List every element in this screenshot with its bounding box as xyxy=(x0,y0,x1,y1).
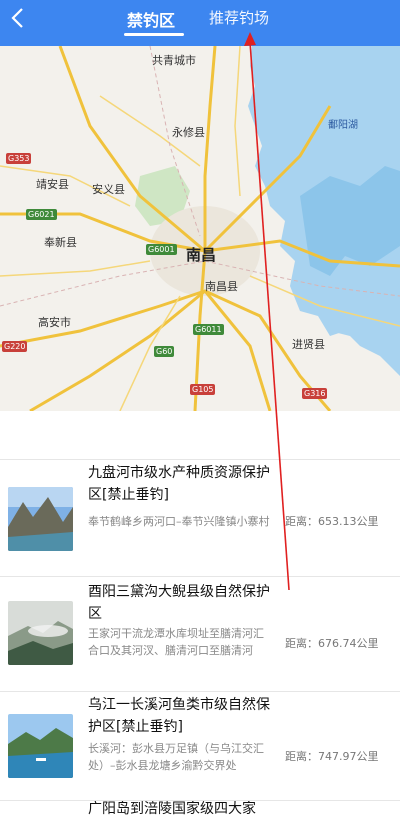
map-label: 南昌县 xyxy=(205,280,238,293)
chevron-left-icon xyxy=(11,8,23,28)
active-tab-indicator xyxy=(124,33,184,36)
item-description: 奉节鹤峰乡两河口–奉节兴隆镇小寨村 xyxy=(88,515,270,528)
map-label: 永修县 xyxy=(172,126,205,139)
map-canvas xyxy=(0,46,400,411)
top-nav-bar: 禁钓区 推荐钓场 xyxy=(0,0,400,46)
map-label: 共青城市 xyxy=(152,54,196,67)
item-title: 九盘河市级水产种质资源保护区[禁止垂钓] xyxy=(88,465,270,503)
map-label: 高安市 xyxy=(38,316,71,329)
map-label: 奉新县 xyxy=(44,236,77,249)
forbidden-zone-list[interactable]: 九盘河市级水产种质资源保护区[禁止垂钓] 奉节鹤峰乡两河口–奉节兴隆镇小寨村 距… xyxy=(0,411,400,815)
map-label: 靖安县 xyxy=(36,178,69,191)
thumbnail-image xyxy=(8,601,73,665)
list-item[interactable]: 广阳岛到涪陵国家级四大家 xyxy=(0,801,400,815)
map-label: 进贤县 xyxy=(292,338,325,351)
thumbnail-image xyxy=(8,487,73,551)
item-distance: 距离：676.74公里 xyxy=(285,637,379,650)
road-shield: G316 xyxy=(302,388,328,399)
road-shield: G105 xyxy=(190,384,216,395)
item-distance: 距离：747.97公里 xyxy=(285,750,379,763)
map-city-label: 南昌 xyxy=(186,246,217,264)
road-shield: G6001 xyxy=(146,244,177,255)
map-label: 鄱阳湖 xyxy=(328,120,358,131)
road-shield: G6021 xyxy=(26,209,57,220)
item-title: 广阳岛到涪陵国家级四大家 xyxy=(88,801,256,815)
road-shield: G220 xyxy=(2,341,28,352)
item-distance: 距离：653.13公里 xyxy=(285,515,379,528)
back-button[interactable] xyxy=(4,4,30,32)
item-description: 王家河干流龙潭水库坝址至膳清河汇合口及其河汊、膳清河口至膳清河 xyxy=(88,627,264,657)
tab-forbidden-zone[interactable]: 禁钓区 xyxy=(127,7,175,31)
list-item[interactable]: 九盘河市级水产种质资源保护区[禁止垂钓] 奉节鹤峰乡两河口–奉节兴隆镇小寨村 距… xyxy=(0,460,400,576)
map-label: 安义县 xyxy=(92,183,125,196)
item-title: 乌江一长溪河鱼类市级自然保护区[禁止垂钓] xyxy=(88,697,270,735)
tab-recommended-spots[interactable]: 推荐钓场 xyxy=(209,7,269,28)
road-shield: G353 xyxy=(6,153,32,164)
road-shield: G6011 xyxy=(193,324,224,335)
list-item[interactable]: 乌江一长溪河鱼类市级自然保护区[禁止垂钓] 长溪河：彭水县万足镇（与乌江交汇处）… xyxy=(0,692,400,800)
road-shield: G60 xyxy=(154,346,175,357)
item-title: 酉阳三黛沟大鲵县级自然保护区 xyxy=(88,584,270,622)
thumbnail-image xyxy=(8,714,73,778)
list-item[interactable]: 酉阳三黛沟大鲵县级自然保护区 王家河干流龙潭水库坝址至膳清河汇合口及其河汊、膳清… xyxy=(0,577,400,691)
item-description: 长溪河：彭水县万足镇（与乌江交汇处）–彭水县龙塘乡渝黔交界处 xyxy=(88,742,264,772)
map-view[interactable]: 共青城市 永修县 鄱阳湖 靖安县 安义县 奉新县 南昌 南昌县 高安市 进贤县 … xyxy=(0,46,400,411)
